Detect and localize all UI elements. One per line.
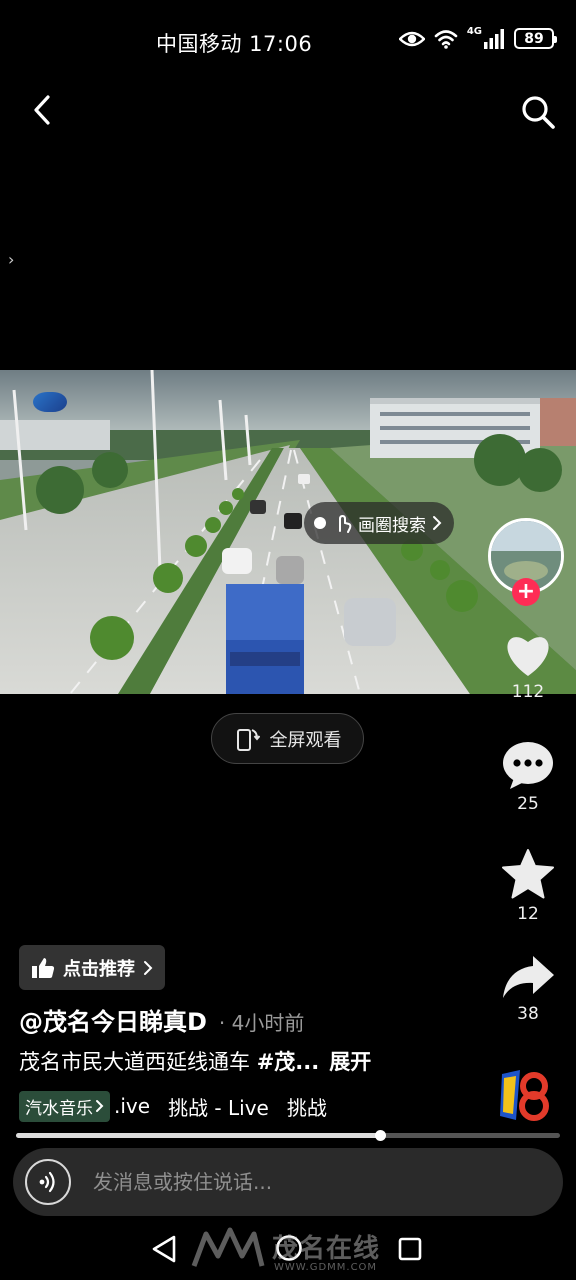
- comment-icon: [503, 742, 553, 789]
- side-expand-arrow[interactable]: ›: [8, 250, 24, 272]
- search-button[interactable]: [516, 90, 560, 134]
- challenge-tag[interactable]: 挑战 - Live: [168, 1092, 269, 1121]
- channel-logo-mark: [33, 392, 67, 412]
- watermark: 茂名在线 WWW.GDMM.COM: [190, 1226, 400, 1276]
- watermark-logo-icon: [191, 1227, 265, 1267]
- author-name[interactable]: @茂名今日睇真D: [19, 1002, 207, 1037]
- star-icon: [502, 849, 554, 899]
- fullscreen-button[interactable]: 全屏观看: [211, 713, 364, 764]
- channel-badge-icon[interactable]: [496, 1066, 554, 1124]
- watermark-url: WWW.GDMM.COM: [274, 1262, 378, 1273]
- video-channel-logo: [24, 392, 76, 412]
- music-tag[interactable]: 汽水音乐: [19, 1090, 110, 1122]
- status-bar: 中国移动 17:06 4G 89: [0, 0, 576, 86]
- comment-button[interactable]: 25: [496, 740, 560, 814]
- share-button[interactable]: 38: [496, 954, 560, 1024]
- progress-thumb[interactable]: [374, 1130, 386, 1141]
- battery-icon: 89: [514, 28, 557, 49]
- circle-search-button[interactable]: 画圈搜索: [304, 502, 454, 544]
- share-count: 38: [517, 1004, 539, 1024]
- caption-text: 茂名市民大道西延线通车: [19, 1050, 257, 1074]
- author-row: @茂名今日睇真D · 4小时前: [19, 1002, 304, 1037]
- thumbs-up-icon: [32, 957, 55, 978]
- music-tag-label: 汽水音乐: [25, 1098, 93, 1119]
- nav-recents-icon[interactable]: [398, 1237, 422, 1261]
- video-player[interactable]: [0, 370, 576, 694]
- favorite-count: 12: [517, 904, 539, 924]
- status-icons: 4G 89: [398, 25, 557, 49]
- tags-row: 汽水音乐 .ive 挑战 - Live 挑战: [19, 1090, 359, 1122]
- network-label: 4G: [466, 25, 482, 37]
- recommend-button[interactable]: 点击推荐: [19, 945, 165, 990]
- like-count: 112: [511, 682, 545, 702]
- voice-wave-icon: [39, 1171, 55, 1193]
- chevron-right-icon: [144, 960, 153, 975]
- expand-caption-button[interactable]: 展开: [329, 1050, 371, 1074]
- wifi-icon: [434, 29, 458, 49]
- toggle-dot-icon: [314, 517, 326, 529]
- fullscreen-label: 全屏观看: [269, 729, 342, 751]
- post-time-value: 4小时前: [231, 1011, 305, 1035]
- follow-button[interactable]: +: [512, 578, 540, 606]
- video-scene: [0, 370, 576, 694]
- battery-level: 89: [524, 30, 544, 47]
- rotate-phone-icon: [236, 728, 260, 751]
- system-nav-bar: 茂名在线 WWW.GDMM.COM: [0, 1220, 576, 1280]
- progress-bar[interactable]: [16, 1130, 560, 1141]
- heart-icon: [507, 637, 549, 676]
- share-arrow-icon: [503, 956, 554, 998]
- voice-input-button[interactable]: [25, 1159, 71, 1205]
- music-live-suffix[interactable]: .ive: [114, 1094, 150, 1118]
- comment-count: 25: [517, 794, 539, 814]
- chevron-right-icon: [96, 1100, 104, 1112]
- post-time: · 4小时前: [218, 1011, 305, 1035]
- message-input[interactable]: [93, 1170, 513, 1194]
- status-carrier-time: 中国移动 17:06: [156, 32, 313, 56]
- hand-tap-icon: [339, 514, 352, 533]
- chevron-right-icon: [433, 516, 442, 530]
- challenge-tag-truncated[interactable]: 挑战: [287, 1092, 327, 1121]
- nav-back-icon[interactable]: [150, 1234, 178, 1264]
- circle-search-label: 画圈搜索: [358, 515, 426, 536]
- message-bar: [13, 1148, 563, 1216]
- chevron-left-icon: [34, 95, 50, 125]
- back-button[interactable]: [24, 90, 60, 130]
- favorite-button[interactable]: 12: [496, 848, 560, 924]
- caption-hashtag[interactable]: #茂...: [257, 1050, 320, 1074]
- watermark-text: 茂名在线: [272, 1234, 381, 1264]
- search-icon: [522, 96, 555, 129]
- post-caption: 茂名市民大道西延线通车 #茂... 展开: [19, 1046, 371, 1076]
- like-button[interactable]: 112: [496, 632, 560, 702]
- eye-icon: [398, 31, 425, 46]
- recommend-label: 点击推荐: [63, 958, 135, 980]
- progress-fill: [16, 1133, 381, 1138]
- signal-icon: [484, 28, 504, 49]
